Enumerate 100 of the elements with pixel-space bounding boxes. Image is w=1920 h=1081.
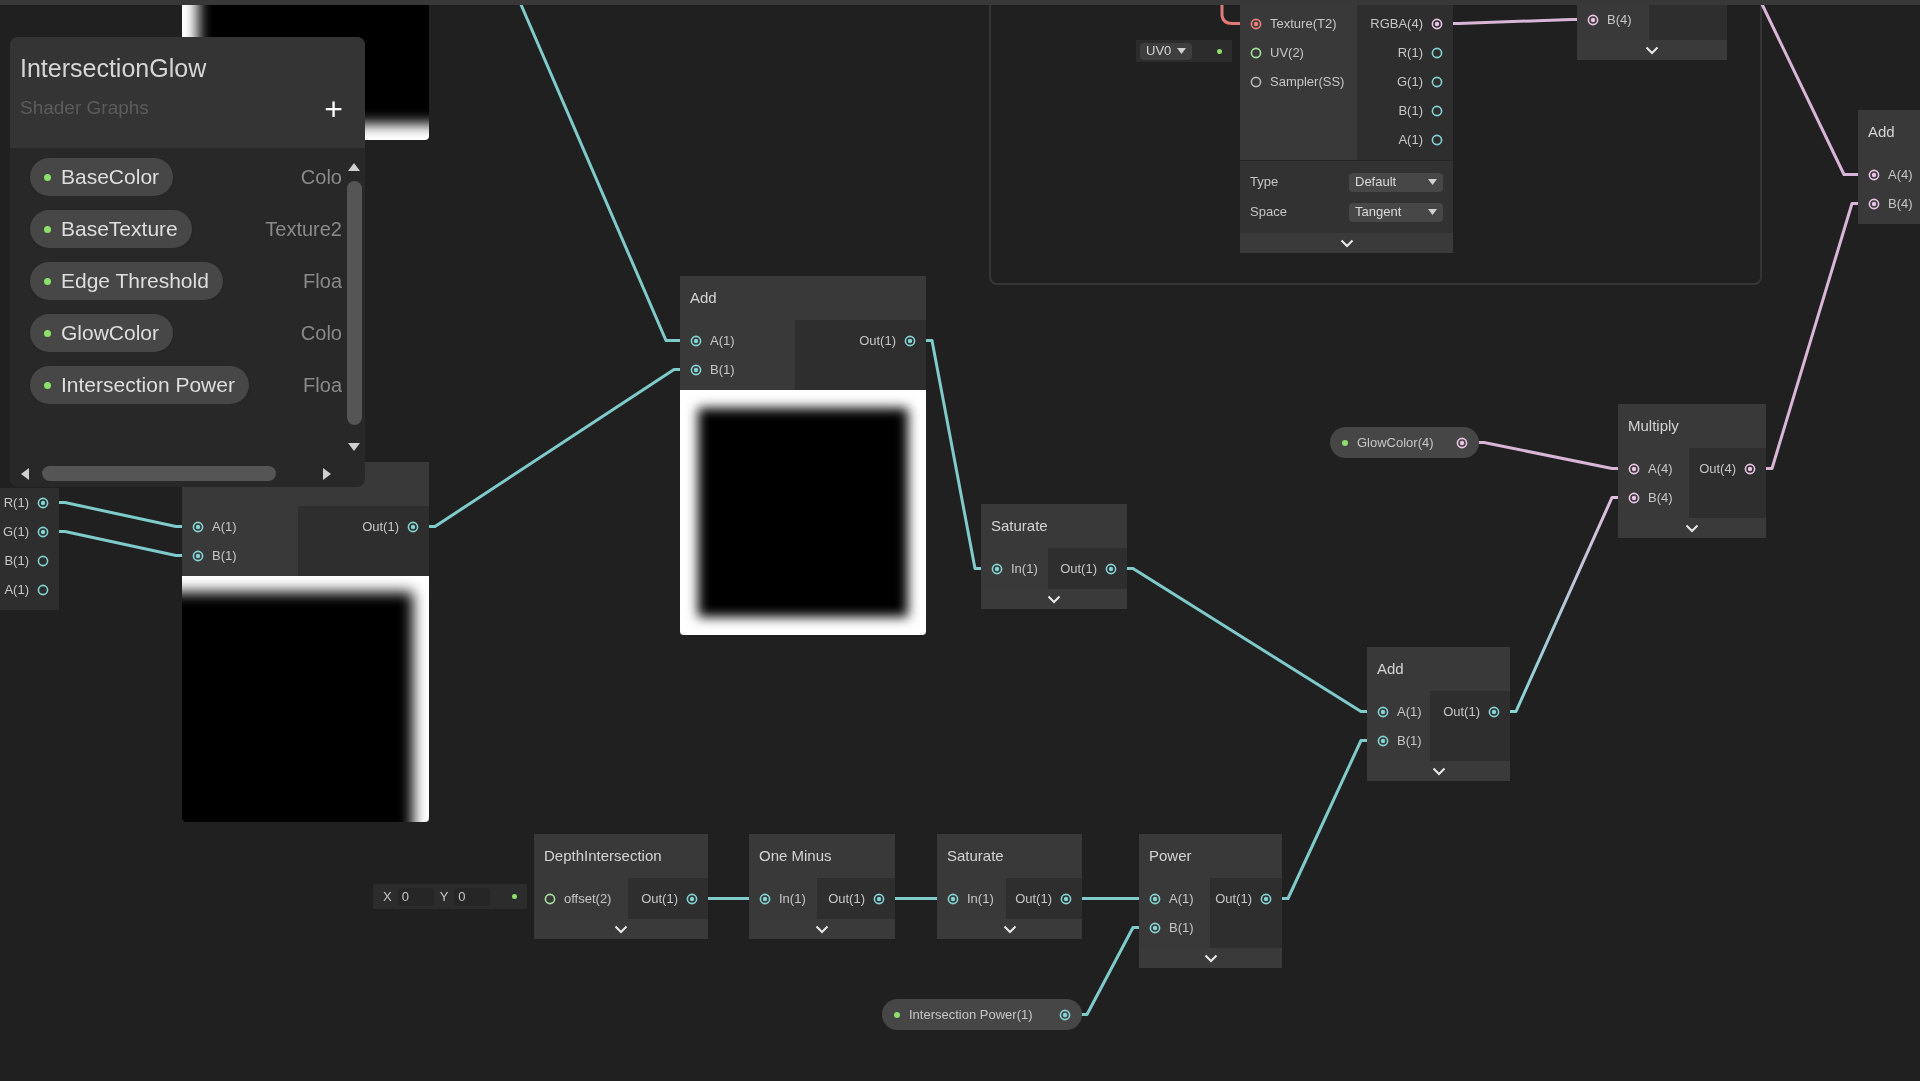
expand-icon[interactable] <box>1339 238 1354 248</box>
port-icon[interactable] <box>991 562 1003 575</box>
port-icon[interactable] <box>37 583 49 596</box>
node-card[interactable]: Add A(4) B(4) <box>1858 110 1920 224</box>
node-header[interactable]: Add <box>680 276 926 320</box>
horizontal-scrollbar-thumb[interactable] <box>42 466 276 481</box>
port-icon[interactable] <box>1868 197 1880 210</box>
setting-dropdown[interactable]: Tangent <box>1349 202 1443 222</box>
port-icon[interactable] <box>690 363 702 376</box>
property-node[interactable]: GlowColor(4) <box>1330 427 1479 458</box>
expand-icon[interactable] <box>1047 594 1061 604</box>
expand-icon[interactable] <box>1431 766 1446 776</box>
expand-icon[interactable] <box>614 924 628 934</box>
expand-icon[interactable] <box>1203 953 1218 963</box>
node-card[interactable]: A(1) B(1) Out(1) <box>182 462 429 822</box>
port-label: Out(4) <box>1699 459 1736 478</box>
number-field[interactable]: 0 <box>454 887 491 906</box>
scroll-right-icon[interactable] <box>323 468 331 480</box>
port-icon[interactable] <box>1587 13 1599 26</box>
port-icon[interactable] <box>904 334 916 347</box>
property-node[interactable]: Intersection Power(1) <box>882 999 1082 1030</box>
port-icon[interactable] <box>1059 1008 1071 1021</box>
port-label: B(1) <box>4 551 29 570</box>
port-icon[interactable] <box>1149 921 1161 934</box>
node-card[interactable]: One Minus In(1) Out(1) <box>749 834 895 939</box>
port-label: Texture(T2) <box>1270 14 1337 33</box>
port-icon[interactable] <box>1260 892 1272 905</box>
port-icon[interactable] <box>1149 892 1161 905</box>
port-icon[interactable] <box>192 520 204 533</box>
vertical-scrollbar-thumb[interactable] <box>347 181 362 425</box>
expand-icon[interactable] <box>1645 45 1659 55</box>
node-header[interactable]: One Minus <box>749 834 895 878</box>
property-pill[interactable]: BaseTexture <box>30 210 192 248</box>
node-header[interactable]: Saturate <box>981 504 1127 548</box>
property-pill[interactable]: BaseColor <box>30 158 174 196</box>
port-icon[interactable] <box>192 549 204 562</box>
port-label: RGBA(4) <box>1370 14 1423 33</box>
port-icon[interactable] <box>1868 168 1880 181</box>
node-header[interactable]: Multiply <box>1618 404 1766 448</box>
port-icon[interactable] <box>1431 104 1443 117</box>
port-icon[interactable] <box>37 554 49 567</box>
port-icon[interactable] <box>1250 46 1262 59</box>
port-icon[interactable] <box>1488 705 1500 718</box>
node-header[interactable]: Add <box>1367 647 1510 691</box>
node-header[interactable]: Saturate <box>937 834 1082 878</box>
expand-icon[interactable] <box>815 924 829 934</box>
port-label: B(1) <box>1397 731 1422 750</box>
property-label: Intersection Power(1) <box>909 1005 1034 1024</box>
port-icon[interactable] <box>1377 734 1389 747</box>
port-icon[interactable] <box>1105 562 1117 575</box>
node-title: Add <box>1868 121 1895 142</box>
port-icon[interactable] <box>947 892 959 905</box>
property-type: Colo <box>300 321 342 346</box>
node-card[interactable]: Add A(1) B(1) Out(1) <box>1367 647 1510 781</box>
node-card[interactable]: R(1) G(1) B(1) A(1) <box>0 488 59 610</box>
setting-dropdown[interactable]: Default <box>1349 172 1443 192</box>
port-icon[interactable] <box>407 520 419 533</box>
port-icon[interactable] <box>1628 462 1640 475</box>
property-pill[interactable]: Intersection Power <box>30 366 249 404</box>
node-card[interactable]: DepthIntersection offset(2) Out(1) <box>534 834 708 939</box>
number-field[interactable]: 0 <box>397 887 434 906</box>
property-pill[interactable]: GlowColor <box>30 314 174 352</box>
port-icon[interactable] <box>1431 133 1443 146</box>
port-icon[interactable] <box>1628 491 1640 504</box>
port-icon[interactable] <box>690 334 702 347</box>
port-icon[interactable] <box>1431 46 1443 59</box>
port-icon[interactable] <box>1060 892 1072 905</box>
add-property-button[interactable]: + <box>324 92 343 126</box>
port-label: B(1) <box>710 360 735 379</box>
port-icon[interactable] <box>1456 436 1468 449</box>
node-card[interactable]: B(4) <box>1577 5 1727 60</box>
node-card[interactable]: Multiply A(4) B(4) Out(4) <box>1618 404 1766 538</box>
node-card[interactable]: Saturate In(1) Out(1) <box>981 504 1127 609</box>
port-icon[interactable] <box>37 496 49 509</box>
node-card[interactable]: Texture(T2) UV(2) Sampler(SS) RGBA(4) R(1) G(1) B(1) A(1) Type Default Space Tangent <box>1240 5 1453 253</box>
node-header[interactable]: Power <box>1139 834 1282 878</box>
uv-dropdown[interactable]: UV0 <box>1140 42 1193 60</box>
port-icon[interactable] <box>544 892 556 905</box>
port-icon[interactable] <box>759 892 771 905</box>
node-card[interactable]: Saturate In(1) Out(1) <box>937 834 1082 939</box>
port-icon[interactable] <box>686 892 698 905</box>
port-icon[interactable] <box>1250 75 1262 88</box>
port-icon[interactable] <box>1431 75 1443 88</box>
port-icon[interactable] <box>873 892 885 905</box>
port-icon[interactable] <box>1250 17 1262 30</box>
scroll-up-icon[interactable] <box>348 163 360 171</box>
port-icon[interactable] <box>37 525 49 538</box>
property-pill[interactable]: Edge Threshold <box>30 262 223 300</box>
scroll-left-icon[interactable] <box>21 468 29 480</box>
port-label: UV(2) <box>1270 43 1304 62</box>
expand-icon[interactable] <box>1685 523 1699 533</box>
node-card[interactable]: Add A(1) B(1) Out(1) <box>680 276 926 635</box>
node-header[interactable]: Add <box>1858 110 1920 154</box>
port-icon[interactable] <box>1744 462 1756 475</box>
node-header[interactable]: DepthIntersection <box>534 834 708 878</box>
port-icon[interactable] <box>1377 705 1389 718</box>
expand-icon[interactable] <box>1002 924 1017 934</box>
port-icon[interactable] <box>1431 17 1443 30</box>
node-card[interactable]: Power A(1) B(1) Out(1) <box>1139 834 1282 968</box>
scroll-down-icon[interactable] <box>348 443 360 451</box>
